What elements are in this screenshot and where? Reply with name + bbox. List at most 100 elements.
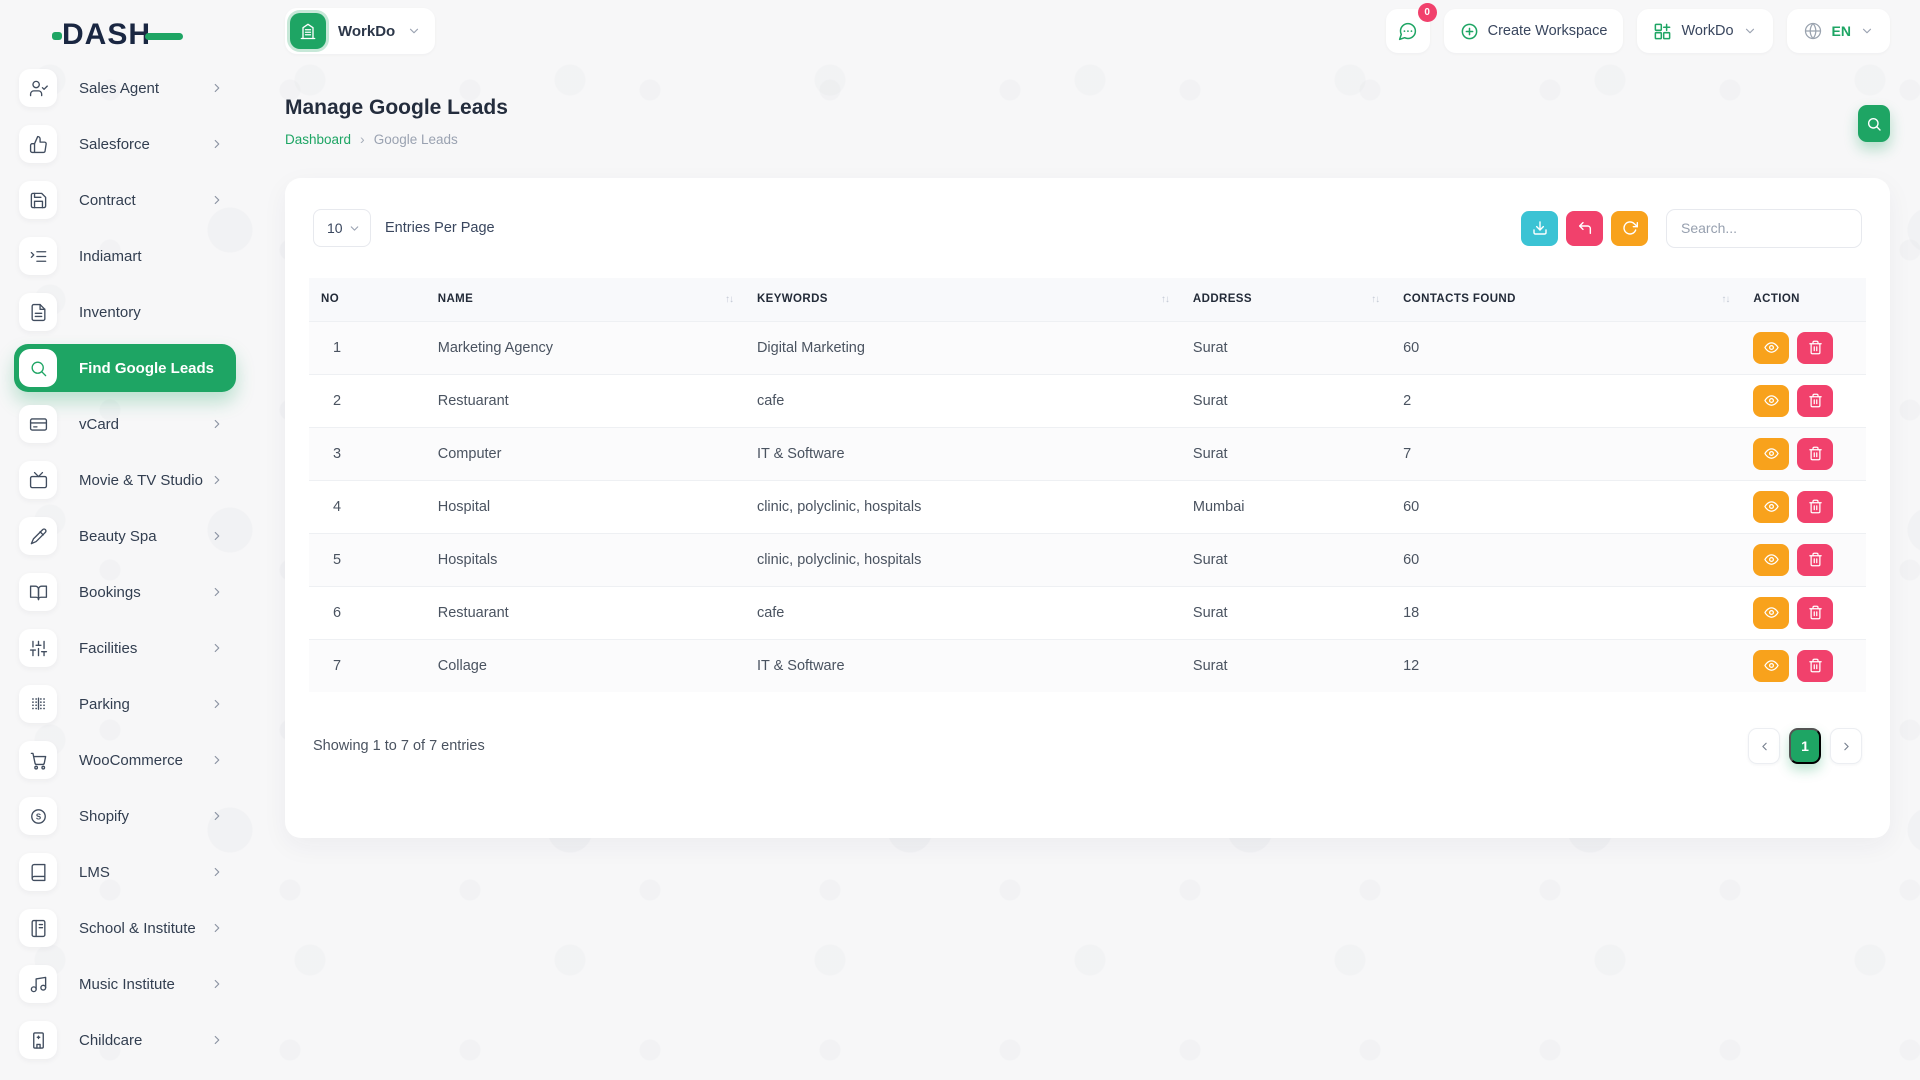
sidebar-item-woocommerce[interactable]: WooCommerce	[14, 736, 236, 784]
sort-icon[interactable]: ↑↓	[1161, 293, 1169, 305]
cell-contacts-found: 60	[1391, 321, 1741, 374]
sidebar-item-label: Movie & TV Studio	[79, 472, 203, 489]
refresh-icon	[1622, 220, 1638, 236]
delete-button[interactable]	[1797, 650, 1833, 682]
view-button[interactable]	[1753, 332, 1789, 364]
column-header[interactable]: KEYWORDS ↑↓	[745, 278, 1181, 321]
dash-logo[interactable]: DASH	[62, 18, 183, 52]
refresh-button[interactable]	[1611, 211, 1648, 246]
export-button[interactable]	[1521, 211, 1558, 246]
search-input[interactable]	[1666, 209, 1862, 248]
sidebar-item-shopify[interactable]: S Shopify	[14, 792, 236, 840]
sidebar-item-contract[interactable]: Contract	[14, 176, 236, 224]
entries-per-page-select[interactable]: 10	[313, 209, 371, 247]
next-page-button[interactable]	[1830, 728, 1862, 764]
column-header[interactable]: NO ↑↓	[309, 278, 426, 321]
sidebar-item-label: vCard	[79, 416, 119, 433]
delete-button[interactable]	[1797, 332, 1833, 364]
toggle-search-button[interactable]	[1858, 105, 1890, 142]
sidebar-item-lms[interactable]: LMS	[14, 848, 236, 896]
cell-name: Marketing Agency	[426, 321, 745, 374]
sidebar-item-beauty-spa[interactable]: Beauty Spa	[14, 512, 236, 560]
sidebar-item-movie-tv-studio[interactable]: Movie & TV Studio	[14, 456, 236, 504]
sort-icon[interactable]: ↑↓	[1371, 293, 1379, 305]
view-button[interactable]	[1753, 544, 1789, 576]
sidebar-item-salesforce[interactable]: Salesforce	[14, 120, 236, 168]
sidebar-item-label: Facilities	[79, 640, 137, 657]
pagination: 1	[1748, 728, 1862, 764]
sidebar-item-label: Childcare	[79, 1032, 142, 1049]
create-workspace-button[interactable]: Create Workspace	[1444, 9, 1624, 53]
cell-address: Surat	[1181, 586, 1391, 639]
trash-icon	[1808, 446, 1823, 461]
undo-icon	[1577, 220, 1593, 236]
delete-button[interactable]	[1797, 438, 1833, 470]
search-icon	[19, 349, 57, 387]
cell-keywords: cafe	[745, 374, 1181, 427]
create-workspace-label: Create Workspace	[1488, 23, 1608, 39]
delete-button[interactable]	[1797, 385, 1833, 417]
sort-icon[interactable]: ↑↓	[725, 293, 733, 305]
breadcrumb-current: Google Leads	[374, 132, 458, 147]
grid-plus-icon	[1653, 22, 1672, 41]
chevron-right-icon	[210, 529, 224, 543]
column-header[interactable]: CONTACTS FOUND ↑↓	[1391, 278, 1741, 321]
chevron-down-icon	[348, 222, 361, 235]
language-code: EN	[1832, 23, 1851, 39]
cell-name: Collage	[426, 639, 745, 692]
workspace-name: WorkDo	[338, 23, 395, 40]
undo-button[interactable]	[1566, 211, 1603, 246]
logo-dot	[52, 32, 62, 40]
sidebar-item-facilities[interactable]: Facilities	[14, 624, 236, 672]
plus-circle-icon	[1460, 22, 1479, 41]
language-selector[interactable]: EN	[1787, 9, 1890, 53]
breadcrumb-dashboard-link[interactable]: Dashboard	[285, 132, 351, 147]
table-row: 1 Marketing Agency Digital Marketing Sur…	[309, 321, 1866, 374]
cell-name: Restuarant	[426, 586, 745, 639]
chat-icon	[1397, 21, 1418, 42]
chevron-left-icon	[1758, 740, 1771, 753]
column-header[interactable]: ADDRESS ↑↓	[1181, 278, 1391, 321]
sidebar-item-bookings[interactable]: Bookings	[14, 568, 236, 616]
file-text-icon	[19, 293, 57, 331]
sidebar-item-sales-agent[interactable]: Sales Agent	[14, 64, 236, 112]
sort-icon[interactable]: ↑↓	[1721, 293, 1729, 305]
sidebar-item-find-google-leads[interactable]: Find Google Leads	[14, 344, 236, 392]
entries-per-page-label: Entries Per Page	[385, 220, 495, 236]
sidebar-item-indiamart[interactable]: Indiamart	[14, 232, 236, 280]
workspace-switcher[interactable]: WorkDo	[285, 8, 435, 54]
tv-icon	[19, 461, 57, 499]
previous-page-button[interactable]	[1748, 728, 1780, 764]
sidebar-menu: Sales Agent Salesforce Contract Indiamar…	[14, 64, 236, 1072]
view-button[interactable]	[1753, 438, 1789, 470]
cell-name: Computer	[426, 427, 745, 480]
trash-icon	[1808, 605, 1823, 620]
messages-button[interactable]: 0	[1386, 9, 1430, 53]
table-row: 2 Restuarant cafe Surat 2	[309, 374, 1866, 427]
current-page-button[interactable]: 1	[1789, 728, 1821, 764]
sidebar-item-parking[interactable]: Parking	[14, 680, 236, 728]
sidebar-item-school-institute[interactable]: School & Institute	[14, 904, 236, 952]
user-menu-label: WorkDo	[1681, 23, 1733, 39]
delete-button[interactable]	[1797, 597, 1833, 629]
sidebar-item-vcard[interactable]: vCard	[14, 400, 236, 448]
view-button[interactable]	[1753, 491, 1789, 523]
delete-button[interactable]	[1797, 491, 1833, 523]
eye-icon	[1764, 605, 1779, 620]
sidebar-item-label: Parking	[79, 696, 130, 713]
sidebar-item-label: Music Institute	[79, 976, 175, 993]
sidebar-item-inventory[interactable]: Inventory	[14, 288, 236, 336]
view-button[interactable]	[1753, 650, 1789, 682]
user-menu[interactable]: WorkDo	[1637, 9, 1772, 53]
eye-icon	[1764, 658, 1779, 673]
delete-button[interactable]	[1797, 544, 1833, 576]
column-header[interactable]: ACTION ↑↓	[1741, 278, 1866, 321]
topbar: WorkDo 0 Create Workspace WorkDo EN	[285, 8, 1890, 54]
brush-icon	[19, 517, 57, 555]
sidebar-item-music-institute[interactable]: Music Institute	[14, 960, 236, 1008]
sidebar-item-childcare[interactable]: Childcare	[14, 1016, 236, 1064]
view-button[interactable]	[1753, 597, 1789, 629]
book-icon	[19, 853, 57, 891]
view-button[interactable]	[1753, 385, 1789, 417]
column-header[interactable]: NAME ↑↓	[426, 278, 745, 321]
